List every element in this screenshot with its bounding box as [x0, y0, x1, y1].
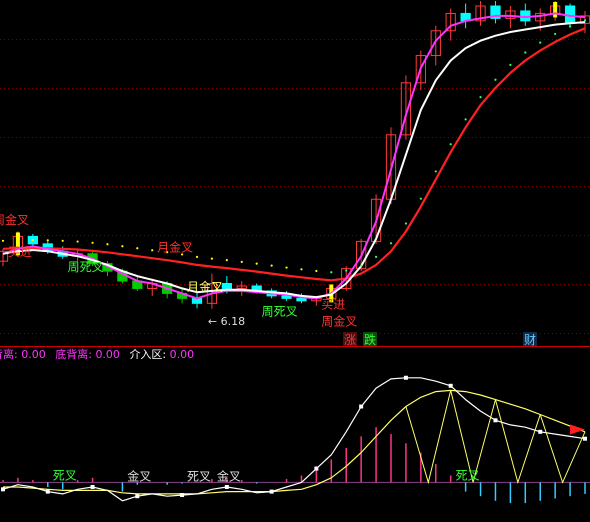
indicator-annotation: 金叉 [217, 468, 241, 483]
badge-text: 涨 [344, 332, 356, 347]
indicator-marker [135, 494, 140, 499]
ma-long-line [2, 27, 586, 282]
sar-dot [554, 32, 557, 36]
sar-dot [509, 63, 512, 66]
indicator-zigzag [405, 390, 452, 485]
indicator-marker [224, 485, 229, 489]
status-label-3: 介入区: [129, 348, 167, 361]
indicator-marker [269, 489, 274, 494]
sar-dot [16, 239, 20, 242]
candle-body [221, 282, 232, 289]
sar-dot [255, 262, 258, 265]
sar-dot [360, 264, 363, 267]
indicator-zigzag [539, 414, 586, 484]
sar-dot [106, 243, 109, 246]
indicator-annotation: 死叉 [53, 468, 77, 482]
indicator-marker [90, 485, 95, 489]
indicator-marker [448, 383, 453, 388]
sar-dot [31, 238, 34, 242]
sar-dots [1, 19, 587, 274]
sar-dot [300, 268, 303, 271]
indicator-panel[interactable]: 死叉 金叉 死叉 金叉 死叉 [0, 375, 590, 504]
indicator-marker [45, 489, 50, 494]
sar-dot [404, 222, 408, 225]
indicator-flag [570, 424, 585, 435]
indicator-marker [538, 429, 543, 434]
price-annotation: 买进 [321, 297, 345, 311]
sar-dot [568, 25, 572, 28]
price-annotations: 周金叉买进周死叉月金叉月金叉周死叉买进周金叉买进← 6.18 [0, 212, 357, 329]
sar-dot [210, 257, 214, 260]
sar-dot [76, 240, 79, 243]
price-panel[interactable]: 周金叉买进周死叉月金叉月金叉周死叉买进周金叉买进← 6.18 [0, 0, 590, 329]
sar-dot [240, 260, 243, 263]
sar-dot [136, 247, 139, 250]
indicator-annotation: 死叉 [456, 468, 480, 482]
status-value-2: 0.00 [95, 348, 120, 361]
sar-dot [270, 264, 273, 267]
indicator-marker [583, 436, 587, 441]
sar-dot [539, 41, 542, 44]
candle-body [296, 297, 307, 302]
sar-dot [583, 19, 587, 22]
sar-dot [419, 197, 422, 200]
price-annotation: 买进 [8, 245, 32, 259]
indicator-marker [180, 493, 185, 498]
price-annotation: 月金叉 [187, 279, 223, 294]
sar-dot [524, 51, 527, 54]
sar-dot [449, 143, 452, 146]
sar-dot [285, 266, 288, 269]
sar-dot [374, 255, 378, 259]
sar-dot [315, 269, 318, 273]
sar-dot [494, 78, 497, 81]
indicator-annotation: 金叉 [127, 468, 151, 483]
indicator-histogram [0, 427, 590, 504]
price-annotation: 月金叉 [157, 239, 193, 254]
signal-badges: 涨跌 财 [343, 332, 537, 347]
badge-text: 财 [524, 333, 536, 347]
candle-body [281, 295, 292, 299]
status-label-2: 底背离: [55, 348, 92, 361]
price-annotation: 周死叉 [68, 260, 104, 274]
sar-dot [46, 239, 49, 242]
sar-dot [389, 242, 393, 245]
sar-dot [195, 255, 199, 259]
price-annotation: 周金叉 [321, 314, 357, 329]
sar-dot [91, 241, 94, 244]
low-price-label: ← 6.18 [208, 315, 245, 328]
sar-dot [330, 271, 333, 274]
indicator-marker [403, 375, 408, 380]
status-value-3: 0.00 [169, 348, 195, 361]
indicator-annotation: 死叉 [187, 469, 211, 483]
sar-dot [225, 259, 228, 262]
status-value-1: 0.00 [21, 348, 46, 361]
badge-text: 跌 [364, 332, 376, 347]
indicator-marker [314, 466, 319, 471]
indicator-annotations: 死叉 金叉 死叉 金叉 死叉 [53, 468, 480, 483]
indicator-marker [1, 487, 5, 492]
price-annotation: 周死叉 [262, 305, 298, 319]
kline-chart[interactable]: 周金叉买进周死叉月金叉月金叉周死叉买进周金叉买进← 6.18 涨跌财 死叉金叉死… [0, 0, 590, 522]
price-annotation: 周金叉 [0, 212, 29, 227]
sar-dot [1, 239, 5, 242]
sar-dot [121, 245, 124, 248]
indicator-marker [359, 404, 364, 409]
sar-dot [61, 239, 64, 242]
indicator-marker [493, 418, 498, 423]
sar-dot [345, 269, 348, 272]
sar-dot [464, 118, 467, 121]
indicator-status-bar: 背离: 0.00 底背离: 0.00 介入区: 0.00 [0, 346, 590, 364]
indicator-yellow-line [3, 389, 586, 495]
sar-dot [434, 170, 437, 173]
sar-dot [479, 96, 482, 99]
status-label-1: 背离: [0, 348, 18, 361]
grid-lines [0, 39, 590, 334]
sar-dot [151, 249, 154, 252]
buy-signal-bar [553, 2, 558, 18]
